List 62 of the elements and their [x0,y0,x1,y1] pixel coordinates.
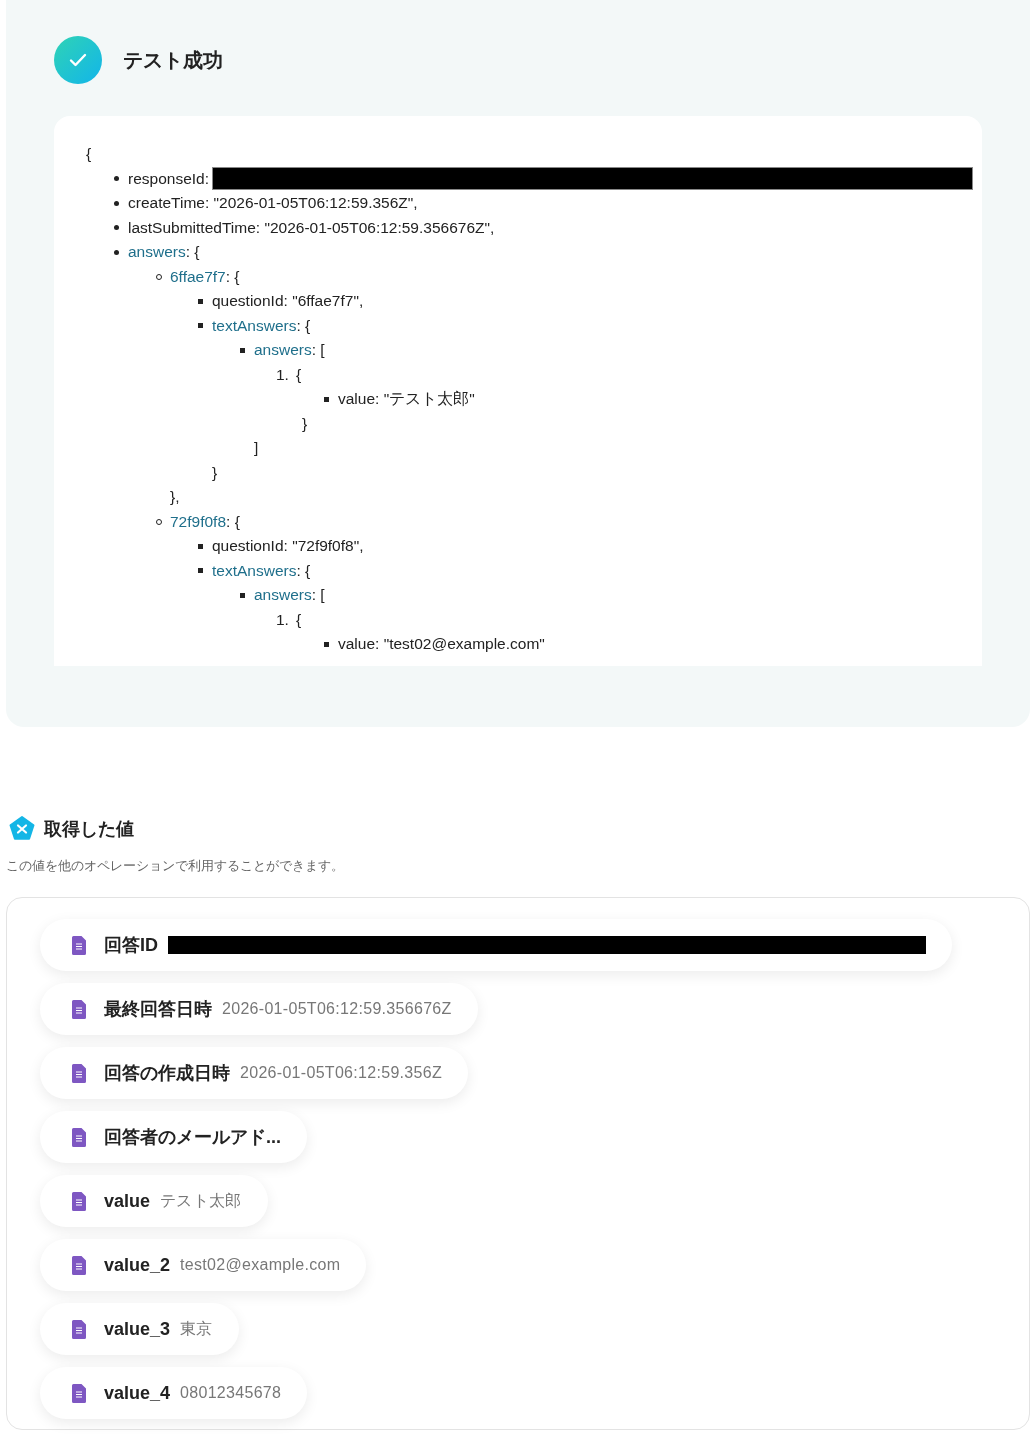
bullet-icon [114,249,119,255]
json-line: 72f9f0f8: { [170,511,240,532]
json-line: createTime: "2026-01-05T06:12:59.356Z", [128,193,418,213]
value-chip[interactable]: 回答者のメールアド... [40,1111,307,1163]
value-chip[interactable]: 回答ID [40,919,952,971]
form-document-icon [72,999,86,1019]
form-document-icon [72,1127,86,1147]
json-key-link[interactable]: answers [254,586,312,603]
value-chip[interactable]: value_2 test02@example.com [40,1239,367,1291]
value-chip[interactable]: value_3 東京 [40,1303,239,1355]
form-document-icon [72,1191,86,1211]
section-description: この値を他のオペレーションで利用することができます。 [6,857,345,875]
result-title: テスト成功 [123,47,223,73]
json-line: textAnswers: { [212,560,311,581]
json-key-link[interactable]: textAnswers [212,316,297,334]
section-title: 取得した値 [44,818,134,841]
bullet-icon [324,641,329,647]
json-line: value: "test02@example.com" [338,634,545,654]
form-document-icon [72,1255,86,1275]
bullet-icon [240,592,245,598]
json-line: value: "テスト太郎" [338,389,475,409]
json-bracket: } [302,413,309,434]
json-key-link[interactable]: 6ffae7f7 [170,267,226,285]
json-line: questionId: "6ffae7f7", [212,291,364,311]
json-line: answers: [ [254,585,325,605]
check-icon [54,36,102,84]
bullet-icon [114,225,119,231]
json-line: { [296,609,302,630]
json-line: answers: [ [254,340,325,360]
json-line: { [296,364,302,385]
json-key-link[interactable]: textAnswers [212,561,297,579]
json-key-link[interactable]: answers [128,243,186,260]
value-chip[interactable]: 最終回答日時 2026-01-05T06:12:59.356676Z [40,983,478,1035]
bullet-icon [198,323,203,329]
variable-icon [8,815,36,843]
json-line: lastSubmittedTime: "2026-01-05T06:12:59.356676Z", [128,217,495,238]
json-bracket: { [86,144,93,164]
json-key-link[interactable]: answers [254,341,312,358]
json-line: textAnswers: { [212,315,311,336]
form-document-icon [72,1383,86,1403]
value-chip[interactable]: 回答の作成日時 2026-01-05T06:12:59.356Z [40,1047,468,1099]
bullet-icon [114,200,119,206]
bullet-icon [198,298,203,304]
form-document-icon [72,935,86,955]
bullet-icon [198,543,203,549]
value-chip[interactable]: value テスト太郎 [40,1175,268,1227]
bullet-icon [114,176,119,182]
list-number: 1. [276,364,290,385]
json-line: answers: { [128,242,200,262]
value-chip[interactable]: value_4 08012345678 [40,1367,308,1419]
json-line: 6ffae7f7: { [170,266,240,287]
json-bracket: }, [170,487,181,507]
json-line: questionId: "72f9f0f8", [212,536,364,556]
list-number: 1. [276,609,290,630]
bullet-icon [198,568,203,574]
bullet-icon [324,396,329,402]
json-line: responseId: [128,168,209,189]
form-document-icon [72,1063,86,1083]
bullet-icon [240,347,245,353]
json-bracket: } [212,462,219,483]
form-document-icon [72,1319,86,1339]
json-bracket: ] [254,438,260,458]
